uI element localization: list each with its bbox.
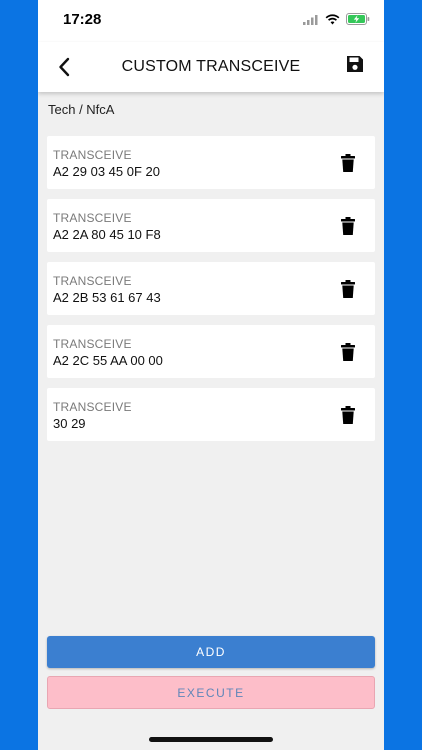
list-item[interactable]: TRANSCEIVE A2 2C 55 AA 00 00 — [47, 325, 375, 378]
command-list: TRANSCEIVE A2 29 03 45 0F 20 TRANSCEIVE … — [47, 136, 375, 451]
execute-button[interactable]: EXECUTE — [47, 676, 375, 709]
battery-charging-icon — [346, 13, 370, 25]
breadcrumb: Tech / NfcA — [48, 102, 115, 117]
command-type: TRANSCEIVE — [53, 211, 132, 225]
command-type: TRANSCEIVE — [53, 274, 132, 288]
status-time: 17:28 — [63, 11, 102, 28]
command-hex: A2 29 03 45 0F 20 — [53, 164, 160, 179]
trash-icon[interactable] — [341, 217, 355, 235]
phone-screen: 17:28 CUSTOM TRANSCEIVE Tech / NfcA TRAN… — [38, 0, 384, 750]
list-item[interactable]: TRANSCEIVE A2 2A 80 45 10 F8 — [47, 199, 375, 252]
add-button[interactable]: ADD — [47, 636, 375, 668]
command-type: TRANSCEIVE — [53, 148, 132, 162]
status-bar: 17:28 — [38, 0, 384, 42]
command-type: TRANSCEIVE — [53, 337, 132, 351]
command-type: TRANSCEIVE — [53, 400, 132, 414]
list-item[interactable]: TRANSCEIVE 30 29 — [47, 388, 375, 441]
trash-icon[interactable] — [341, 343, 355, 361]
list-item[interactable]: TRANSCEIVE A2 2B 53 61 67 43 — [47, 262, 375, 315]
home-indicator[interactable] — [149, 737, 273, 742]
command-hex: A2 2C 55 AA 00 00 — [53, 353, 163, 368]
signal-icon — [303, 14, 318, 25]
list-item[interactable]: TRANSCEIVE A2 29 03 45 0F 20 — [47, 136, 375, 189]
wifi-icon — [325, 13, 340, 24]
trash-icon[interactable] — [341, 406, 355, 424]
page-title: CUSTOM TRANSCEIVE — [121, 58, 301, 75]
save-icon — [347, 56, 363, 72]
command-hex: A2 2B 53 61 67 43 — [53, 290, 161, 305]
nav-bar: CUSTOM TRANSCEIVE — [38, 42, 384, 92]
save-button[interactable] — [346, 55, 368, 77]
command-hex: 30 29 — [53, 416, 86, 431]
trash-icon[interactable] — [341, 280, 355, 298]
command-hex: A2 2A 80 45 10 F8 — [53, 227, 161, 242]
trash-icon[interactable] — [341, 154, 355, 172]
status-icons — [303, 13, 370, 25]
